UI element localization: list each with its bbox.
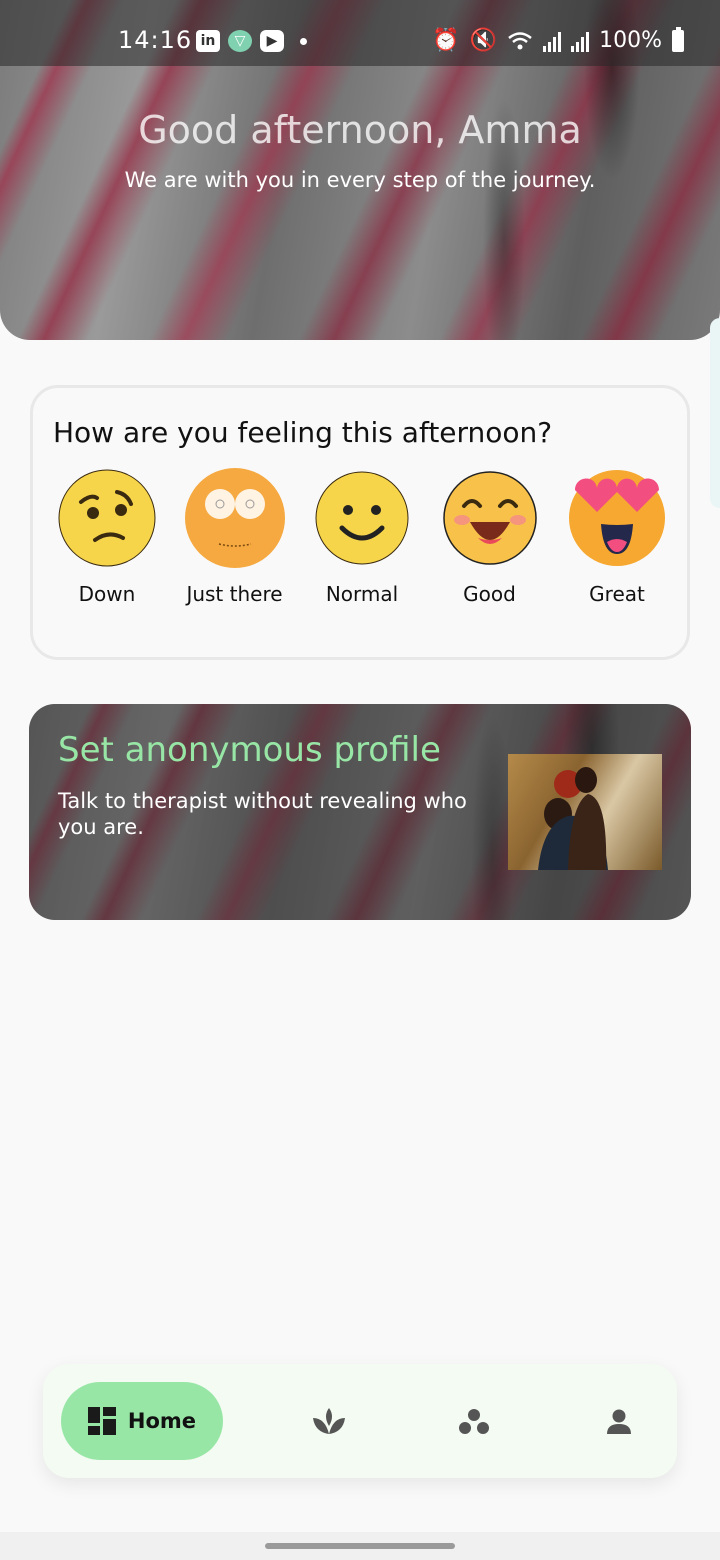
greeting-subtitle: We are with you in every step of the jou… bbox=[124, 168, 596, 192]
mute-icon: 🔇 bbox=[469, 27, 498, 53]
dashboard-icon bbox=[87, 1407, 116, 1435]
profile-icon bbox=[607, 1409, 631, 1434]
mood-option-good[interactable]: Good bbox=[430, 468, 550, 606]
happy-face-icon bbox=[442, 471, 537, 565]
mood-card: How are you feeling this afternoon? Down bbox=[30, 385, 690, 660]
smiling-face-icon bbox=[315, 471, 409, 565]
home-gesture-handle[interactable] bbox=[265, 1543, 455, 1549]
mood-label: Normal bbox=[325, 582, 399, 606]
profile-card-title: Set anonymous profile bbox=[58, 730, 441, 770]
nav-wellness-button[interactable] bbox=[309, 1402, 349, 1442]
vpn-icon: ▽ bbox=[228, 30, 252, 52]
hugging-people-image bbox=[508, 754, 662, 870]
mood-option-just-there[interactable]: Just there bbox=[175, 468, 295, 606]
status-time: 14:16 bbox=[118, 26, 193, 54]
mood-options: Down Just there Normal Good Great bbox=[47, 468, 677, 606]
mood-option-down[interactable]: Down bbox=[47, 468, 167, 606]
anonymous-profile-card[interactable]: Set anonymous profile Talk to therapist … bbox=[29, 704, 691, 920]
lotus-icon bbox=[313, 1408, 345, 1434]
mood-label: Just there bbox=[186, 582, 283, 606]
mood-label: Great bbox=[589, 582, 645, 606]
heart-eyes-face-icon bbox=[569, 470, 665, 566]
status-bar: 14:16 in ▽ ▶ ⏰ 🔇 100% bbox=[0, 0, 720, 66]
greeting-title: Good afternoon, Amma bbox=[138, 108, 582, 152]
notification-dot-icon bbox=[300, 37, 307, 45]
edge-panel-handle[interactable] bbox=[710, 318, 720, 508]
mood-option-great[interactable]: Great bbox=[557, 468, 677, 606]
mood-label: Down bbox=[78, 582, 136, 606]
wifi-icon bbox=[508, 31, 532, 49]
signal-icon bbox=[543, 30, 562, 52]
community-icon bbox=[459, 1409, 489, 1434]
bottom-navigation: Home bbox=[43, 1364, 677, 1478]
nav-profile-button[interactable] bbox=[599, 1402, 639, 1442]
alarm-icon: ⏰ bbox=[432, 27, 460, 53]
signal-icon-2 bbox=[571, 30, 590, 52]
mood-question: How are you feeling this afternoon? bbox=[53, 416, 553, 449]
youtube-icon: ▶ bbox=[260, 30, 284, 52]
battery-icon bbox=[672, 26, 684, 52]
mood-label: Good bbox=[463, 582, 516, 606]
nav-community-button[interactable] bbox=[454, 1402, 494, 1442]
battery-text: 100% bbox=[599, 28, 662, 53]
blank-face-icon bbox=[184, 468, 285, 568]
mood-option-normal[interactable]: Normal bbox=[302, 468, 422, 606]
gesture-navigation-bar bbox=[0, 1532, 720, 1560]
linkedin-icon: in bbox=[196, 30, 220, 52]
nav-home-button[interactable]: Home bbox=[61, 1382, 223, 1460]
header-banner: 14:16 in ▽ ▶ ⏰ 🔇 100% Good afternoon, Am… bbox=[0, 0, 720, 340]
nav-home-label: Home bbox=[127, 1409, 197, 1433]
profile-card-description: Talk to therapist without revealing who … bbox=[58, 789, 467, 839]
worried-face-icon bbox=[58, 469, 156, 567]
